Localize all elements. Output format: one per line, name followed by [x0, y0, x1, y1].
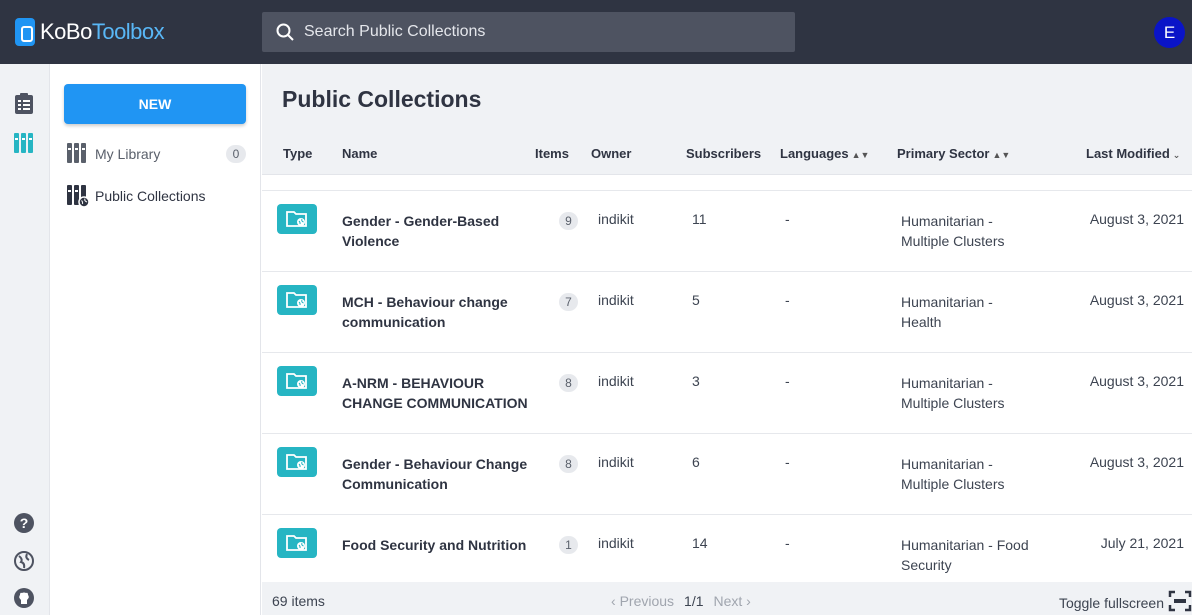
public-collection-folder-icon — [277, 447, 317, 477]
collection-owner: indikit — [598, 454, 634, 470]
collection-subscribers: 3 — [692, 373, 700, 389]
item-count-badge: 1 — [559, 536, 578, 554]
column-header-subscribers[interactable]: Subscribers — [686, 146, 761, 161]
library-sidebar: NEW My Library 0 Public Collections — [50, 64, 261, 615]
collection-sector: Humanitarian - Multiple Clusters — [901, 456, 1005, 492]
logo-mark-icon — [15, 18, 35, 46]
collection-sector: Humanitarian - Health — [901, 294, 993, 330]
next-page-button[interactable]: Next › — [714, 593, 751, 609]
collection-owner: indikit — [598, 292, 634, 308]
public-collection-folder-icon — [277, 285, 317, 315]
collection-name: A-NRM - BEHAVIOUR CHANGE COMMUNICATION — [342, 375, 528, 411]
top-bar: KoBoToolbox E — [0, 0, 1192, 64]
collection-languages: - — [785, 535, 790, 551]
collection-subscribers: 11 — [692, 211, 707, 227]
column-header-owner[interactable]: Owner — [591, 146, 631, 161]
table-row[interactable]: Gender - Gender-Based Violence 9 indikit… — [262, 190, 1192, 271]
logo-text: KoBoToolbox — [40, 19, 165, 44]
help-icon[interactable]: ? — [12, 511, 36, 535]
collection-last-modified: July 21, 2021 — [1100, 535, 1184, 551]
table-footer: 69 items ‹ Previous 1/1 Next › Toggle fu… — [262, 582, 1192, 615]
new-button[interactable]: NEW — [64, 84, 246, 124]
public-collections-icon — [66, 184, 90, 208]
item-count-badge: 8 — [559, 455, 578, 473]
previous-page-button[interactable]: ‹ Previous — [611, 593, 674, 609]
collection-name: Gender - Behaviour Change Communication — [342, 456, 528, 492]
main-content: Public Collections Type Name Items Owner… — [262, 64, 1192, 615]
public-collection-folder-icon — [277, 204, 317, 234]
column-header-name[interactable]: Name — [342, 146, 377, 161]
toggle-fullscreen-button[interactable]: Toggle fullscreen — [1059, 590, 1192, 612]
collection-languages: - — [785, 211, 790, 227]
pagination: ‹ Previous 1/1 Next › — [611, 593, 751, 609]
item-count-badge: 9 — [559, 212, 578, 230]
collection-owner: indikit — [598, 535, 634, 551]
language-globe-icon[interactable] — [12, 549, 36, 573]
kobotoolbox-logo[interactable]: KoBoToolbox — [15, 17, 165, 47]
sort-icon: ▲▼ — [992, 150, 1011, 160]
item-count-badge: 7 — [559, 293, 578, 311]
table-row[interactable]: MCH - Behaviour change communication 7 i… — [262, 271, 1192, 352]
collection-name: Food Security and Nutrition — [342, 537, 527, 553]
table-row[interactable]: A-NRM - BEHAVIOUR CHANGE COMMUNICATION 8… — [262, 352, 1192, 433]
public-collection-folder-icon — [277, 366, 317, 396]
collection-subscribers: 6 — [692, 454, 700, 470]
collection-languages: - — [785, 373, 790, 389]
svg-text:?: ? — [20, 515, 29, 531]
item-count: 69 items — [272, 593, 325, 609]
column-header-languages[interactable]: Languages ▲▼ — [780, 146, 869, 161]
sidebar-item-my-library[interactable]: My Library 0 — [66, 142, 246, 166]
search-bar[interactable] — [262, 12, 795, 52]
collection-languages: - — [785, 292, 790, 308]
toggle-fullscreen-label: Toggle fullscreen — [1058, 594, 1164, 611]
chevron-down-icon: ⌄ — [1172, 150, 1181, 160]
sidebar-item-label: My Library — [95, 146, 161, 162]
collection-sector: Humanitarian - Multiple Clusters — [901, 213, 1005, 249]
my-library-icon — [66, 142, 90, 166]
table-row[interactable]: Gender - Behaviour Change Communication … — [262, 433, 1192, 514]
column-header-type: Type — [283, 146, 313, 161]
column-header-items[interactable]: Items — [535, 146, 569, 161]
item-count-badge: 8 — [559, 374, 578, 392]
page-title: Public Collections — [282, 86, 482, 112]
public-collection-folder-icon — [277, 528, 317, 558]
column-header-primary-sector[interactable]: Primary Sector ▲▼ — [897, 146, 1010, 161]
sidebar-item-public-collections[interactable]: Public Collections — [66, 184, 246, 208]
user-avatar[interactable]: E — [1154, 17, 1185, 48]
collection-sector: Humanitarian - Food Security — [901, 537, 1029, 573]
collection-name: Gender - Gender-Based Violence — [342, 213, 500, 249]
collection-subscribers: 5 — [692, 292, 700, 308]
collection-last-modified: August 3, 2021 — [1089, 454, 1184, 470]
collection-last-modified: August 3, 2021 — [1089, 211, 1184, 227]
search-icon — [276, 23, 294, 41]
column-header-last-modified[interactable]: Last Modified ⌄ — [1086, 146, 1180, 161]
collection-subscribers: 14 — [692, 535, 708, 551]
projects-icon[interactable] — [12, 92, 36, 116]
sort-icon: ▲▼ — [851, 150, 870, 160]
collection-languages: - — [785, 454, 790, 470]
collections-table: Gender - Gender-Based Violence 9 indikit… — [262, 174, 1192, 582]
my-library-count-badge: 0 — [226, 145, 246, 163]
collection-owner: indikit — [598, 211, 634, 227]
collection-last-modified: August 3, 2021 — [1089, 292, 1184, 308]
search-input[interactable] — [304, 23, 784, 41]
collection-owner: indikit — [598, 373, 634, 389]
left-rail: ? — [0, 64, 50, 615]
fullscreen-icon — [1168, 590, 1192, 612]
github-icon[interactable] — [12, 586, 36, 610]
collection-sector: Humanitarian - Multiple Clusters — [901, 375, 1005, 411]
collection-name: MCH - Behaviour change communication — [342, 294, 508, 330]
page-indicator: 1/1 — [684, 593, 704, 609]
sidebar-item-label: Public Collections — [95, 188, 206, 204]
library-icon[interactable] — [12, 131, 36, 155]
collection-last-modified: August 3, 2021 — [1089, 373, 1184, 389]
